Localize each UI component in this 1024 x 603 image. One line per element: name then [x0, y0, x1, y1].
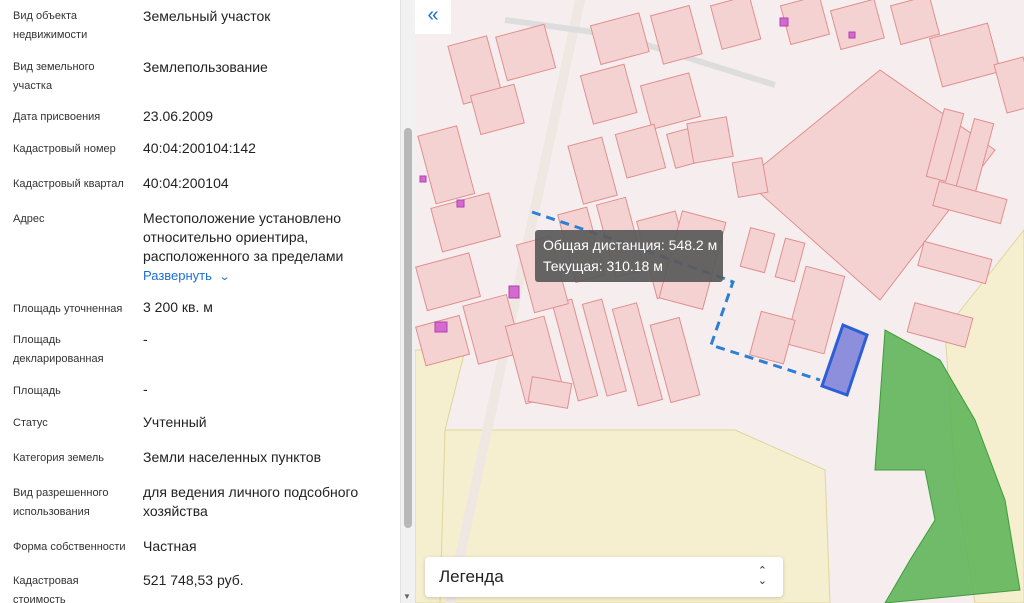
value-cadastral-quarter: 40:04:200104: [143, 175, 229, 191]
scroll-down-arrow-icon[interactable]: ▼: [403, 592, 411, 601]
chevron-down-icon[interactable]: ⌄: [219, 270, 231, 283]
label-land-category: Категория земель: [13, 452, 104, 464]
label-area-refined: Площадь уточненная: [13, 303, 123, 315]
label-cadastral-quarter: Кадастровый квартал: [13, 178, 124, 190]
label-cadastral-value: Кадастровая стоимость: [13, 575, 79, 603]
value-object-type: Земельный участок: [143, 8, 271, 24]
cadastral-map[interactable]: [415, 0, 1024, 603]
panel-scrollbar[interactable]: ▼: [400, 0, 415, 603]
label-cadastral-number: Кадастровый номер: [13, 143, 116, 155]
value-assign-date: 23.06.2009: [143, 108, 214, 124]
label-area-declared: Площадь декларированная: [13, 334, 104, 365]
value-cadastral-number: 40:04:200104:142: [143, 140, 256, 156]
property-panel: Вид объекта недвижимости Земельный участ…: [0, 0, 400, 603]
map-canvas[interactable]: [415, 0, 1024, 603]
value-land-category: Земли населенных пунктов: [143, 449, 322, 465]
address-expand-link[interactable]: Развернуть ⌄: [143, 267, 231, 285]
label-land-type: Вид земельного участка: [13, 61, 95, 92]
value-area: -: [143, 381, 148, 397]
label-object-type: Вид объекта недвижимости: [13, 10, 88, 41]
distance-tooltip: Общая дистанция: 548.2 м Текущая: 310.18…: [535, 230, 723, 282]
expand-label[interactable]: Развернуть: [143, 268, 212, 283]
value-address: Местоположение установлено относительно …: [143, 210, 344, 264]
label-assign-date: Дата присвоения: [13, 111, 101, 123]
total-distance: Общая дистанция: 548.2 м: [543, 237, 718, 253]
label-permitted-use: Вид разрешенного использования: [13, 487, 109, 518]
value-status: Учтенный: [143, 414, 207, 430]
current-distance: Текущая: 310.18 м: [543, 258, 663, 274]
value-ownership: Частная: [143, 538, 197, 554]
legend-dropdown[interactable]: Легенда ⌃ ⌄: [425, 557, 783, 597]
value-area-declared: -: [143, 331, 148, 347]
scrollbar-thumb[interactable]: [404, 128, 412, 528]
label-status: Статус: [13, 417, 48, 429]
value-cadastral-value: 521 748,53 руб.: [143, 572, 244, 588]
value-land-type: Землепользование: [143, 59, 268, 75]
collapse-panel-button[interactable]: «: [415, 0, 451, 34]
label-area: Площадь: [13, 385, 61, 397]
value-permitted-use: для ведения личного подсобного хозяйства: [143, 484, 359, 519]
label-ownership: Форма собственности: [13, 541, 126, 553]
legend-label[interactable]: Легенда: [439, 567, 504, 587]
value-area-refined: 3 200 кв. м: [143, 299, 213, 315]
label-address: Адрес: [13, 213, 45, 225]
expand-collapse-icon[interactable]: ⌃ ⌄: [758, 566, 767, 587]
